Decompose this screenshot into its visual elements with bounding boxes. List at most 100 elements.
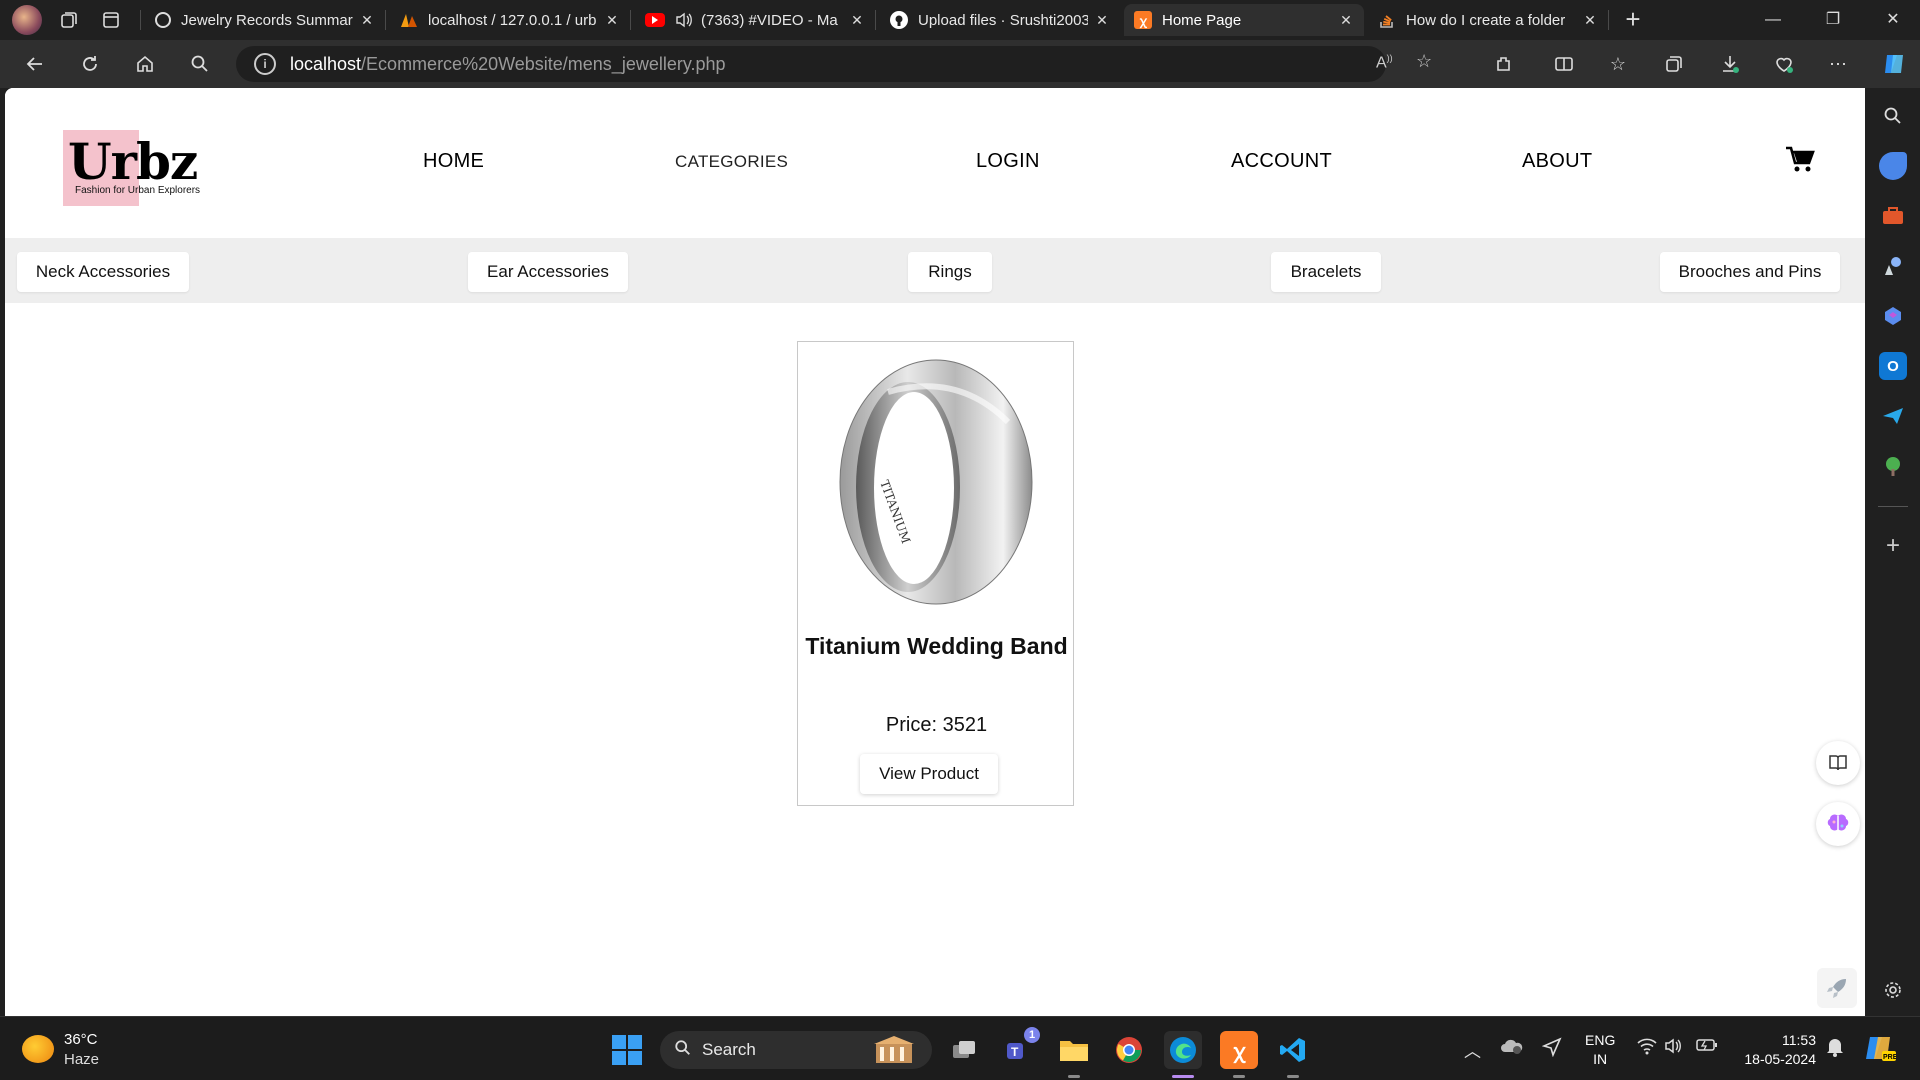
site-logo[interactable]: Urbz Fashion for Urban Explorers (63, 130, 223, 210)
restore-button[interactable]: ❐ (1810, 0, 1856, 40)
workspaces-icon[interactable] (50, 4, 88, 36)
close-icon[interactable]: ✕ (1094, 12, 1110, 28)
system-clock[interactable]: 11:53 18-05-2024 (1732, 1031, 1816, 1069)
onedrive-icon[interactable] (1500, 1037, 1524, 1060)
close-icon[interactable]: ✕ (849, 12, 865, 28)
youtube-icon (645, 13, 665, 27)
send-icon[interactable] (1879, 402, 1907, 430)
window-close-button[interactable]: ✕ (1870, 0, 1916, 40)
browser-tab-bar: Jewelry Records Summar ✕ localhost / 127… (0, 0, 1920, 40)
running-indicator (1233, 1075, 1245, 1078)
extensions-icon[interactable] (1486, 48, 1522, 80)
search-icon[interactable] (180, 46, 220, 82)
nav-login[interactable]: LOGIN (976, 150, 1040, 173)
nav-account[interactable]: ACCOUNT (1231, 150, 1332, 173)
page-viewport: Urbz Fashion for Urban Explorers HOME CA… (5, 88, 1865, 1016)
product-image[interactable]: TITANIUM (828, 352, 1038, 607)
nav-categories[interactable]: CATEGORIES (675, 152, 788, 172)
immersive-reader-icon[interactable] (1816, 741, 1860, 785)
weather-temperature[interactable]: 36°C (64, 1031, 98, 1048)
profile-avatar[interactable] (8, 4, 46, 36)
add-icon[interactable]: + (1879, 532, 1907, 560)
tools-briefcase-icon[interactable] (1879, 202, 1907, 230)
battery-icon[interactable] (1696, 1037, 1718, 1057)
copilot-icon[interactable] (1876, 48, 1912, 80)
split-screen-icon[interactable] (1546, 48, 1582, 80)
cart-icon[interactable] (1785, 146, 1815, 174)
xampp-icon[interactable]: ꭓ (1220, 1031, 1258, 1069)
wifi-icon[interactable] (1637, 1037, 1657, 1060)
tab-title: Upload files · Srushti2003 (918, 11, 1088, 29)
tab-title: How do I create a folder (1406, 11, 1566, 29)
site-info-icon[interactable]: i (254, 53, 276, 75)
collections-icon[interactable] (1656, 48, 1692, 80)
close-icon[interactable]: ✕ (1338, 12, 1354, 28)
nav-home[interactable]: HOME (423, 150, 484, 173)
tab-separator (140, 10, 141, 30)
category-bracelets[interactable]: Bracelets (1271, 252, 1381, 292)
edge-sidebar: O + (1866, 88, 1920, 1016)
outlook-icon[interactable]: O (1879, 352, 1907, 380)
tab-youtube-video[interactable]: (7363) #VIDEO - Ma ✕ (635, 4, 875, 36)
language-indicator[interactable]: ENG IN (1585, 1031, 1615, 1069)
home-button[interactable] (125, 46, 165, 82)
favorite-star-icon[interactable]: ☆ (1416, 51, 1432, 72)
category-ear-accessories[interactable]: Ear Accessories (468, 252, 628, 292)
tab-actions-icon[interactable] (92, 4, 130, 36)
speaker-icon[interactable] (675, 11, 693, 29)
tab-phpmyadmin[interactable]: localhost / 127.0.0.1 / urb ✕ (390, 4, 630, 36)
teams-icon[interactable]: T 1 (1000, 1027, 1040, 1069)
category-rings[interactable]: Rings (908, 252, 992, 292)
rocket-icon[interactable] (1817, 968, 1857, 1008)
category-bar: Neck Accessories Ear Accessories Rings B… (5, 238, 1865, 303)
clock-date: 18-05-2024 (1744, 1051, 1816, 1067)
shopping-tag-icon[interactable] (1879, 152, 1907, 180)
tab-jewelry-records[interactable]: Jewelry Records Summar ✕ (145, 4, 385, 36)
tab-github-upload[interactable]: Upload files · Srushti2003 ✕ (880, 4, 1120, 36)
tab-title: Jewelry Records Summar (181, 11, 353, 29)
close-icon[interactable]: ✕ (604, 12, 620, 28)
taskbar-search[interactable]: Search (660, 1031, 932, 1069)
favorites-icon[interactable]: ☆ (1600, 48, 1636, 80)
search-label: Search (702, 1040, 756, 1059)
microsoft-365-icon[interactable] (1879, 302, 1907, 330)
new-tab-button[interactable]: + (1615, 4, 1651, 36)
category-brooches-and-pins[interactable]: Brooches and Pins (1660, 252, 1840, 292)
tab-title: Home Page (1162, 11, 1242, 29)
refresh-button[interactable] (70, 46, 110, 82)
read-aloud-icon[interactable]: A)) (1376, 53, 1393, 72)
games-icon[interactable] (1879, 252, 1907, 280)
edge-icon[interactable] (1164, 1031, 1202, 1069)
show-hidden-icons-chevron-icon[interactable]: ︿ (1464, 1037, 1481, 1062)
weather-haze-icon[interactable] (22, 1035, 54, 1063)
xampp-icon: ꭓ (1134, 11, 1152, 29)
nav-about[interactable]: ABOUT (1522, 150, 1592, 173)
weather-description[interactable]: Haze (64, 1051, 99, 1068)
search-icon[interactable] (1879, 102, 1907, 130)
location-icon[interactable] (1541, 1037, 1562, 1062)
more-options-icon[interactable]: ⋯ (1820, 48, 1856, 80)
chrome-icon[interactable] (1110, 1031, 1148, 1069)
windows-start-icon[interactable] (612, 1035, 642, 1065)
minimize-button[interactable]: — (1750, 0, 1796, 40)
close-icon[interactable]: ✕ (1582, 12, 1598, 28)
tab-stackoverflow[interactable]: How do I create a folder ✕ (1368, 4, 1608, 36)
browser-essentials-icon[interactable] (1766, 48, 1802, 80)
vscode-icon[interactable] (1274, 1031, 1312, 1069)
ai-brain-icon[interactable] (1816, 802, 1860, 846)
notification-bell-icon[interactable] (1826, 1037, 1844, 1062)
view-product-button[interactable]: View Product (860, 754, 998, 794)
downloads-icon[interactable] (1712, 48, 1748, 80)
volume-icon[interactable] (1664, 1037, 1684, 1060)
back-button[interactable] (15, 46, 55, 82)
address-bar[interactable]: i localhost/Ecommerce%20Website/mens_jew… (236, 46, 1432, 82)
category-neck-accessories[interactable]: Neck Accessories (17, 252, 189, 292)
github-icon (890, 11, 908, 29)
copilot-taskbar-icon[interactable]: PRE (1864, 1033, 1898, 1068)
tab-home-page[interactable]: ꭓ Home Page ✕ (1124, 4, 1364, 36)
tree-icon[interactable] (1879, 452, 1907, 480)
task-view-icon[interactable] (945, 1031, 983, 1069)
close-icon[interactable]: ✕ (359, 12, 375, 28)
file-explorer-icon[interactable] (1055, 1031, 1093, 1069)
settings-gear-icon[interactable] (1879, 976, 1907, 1004)
